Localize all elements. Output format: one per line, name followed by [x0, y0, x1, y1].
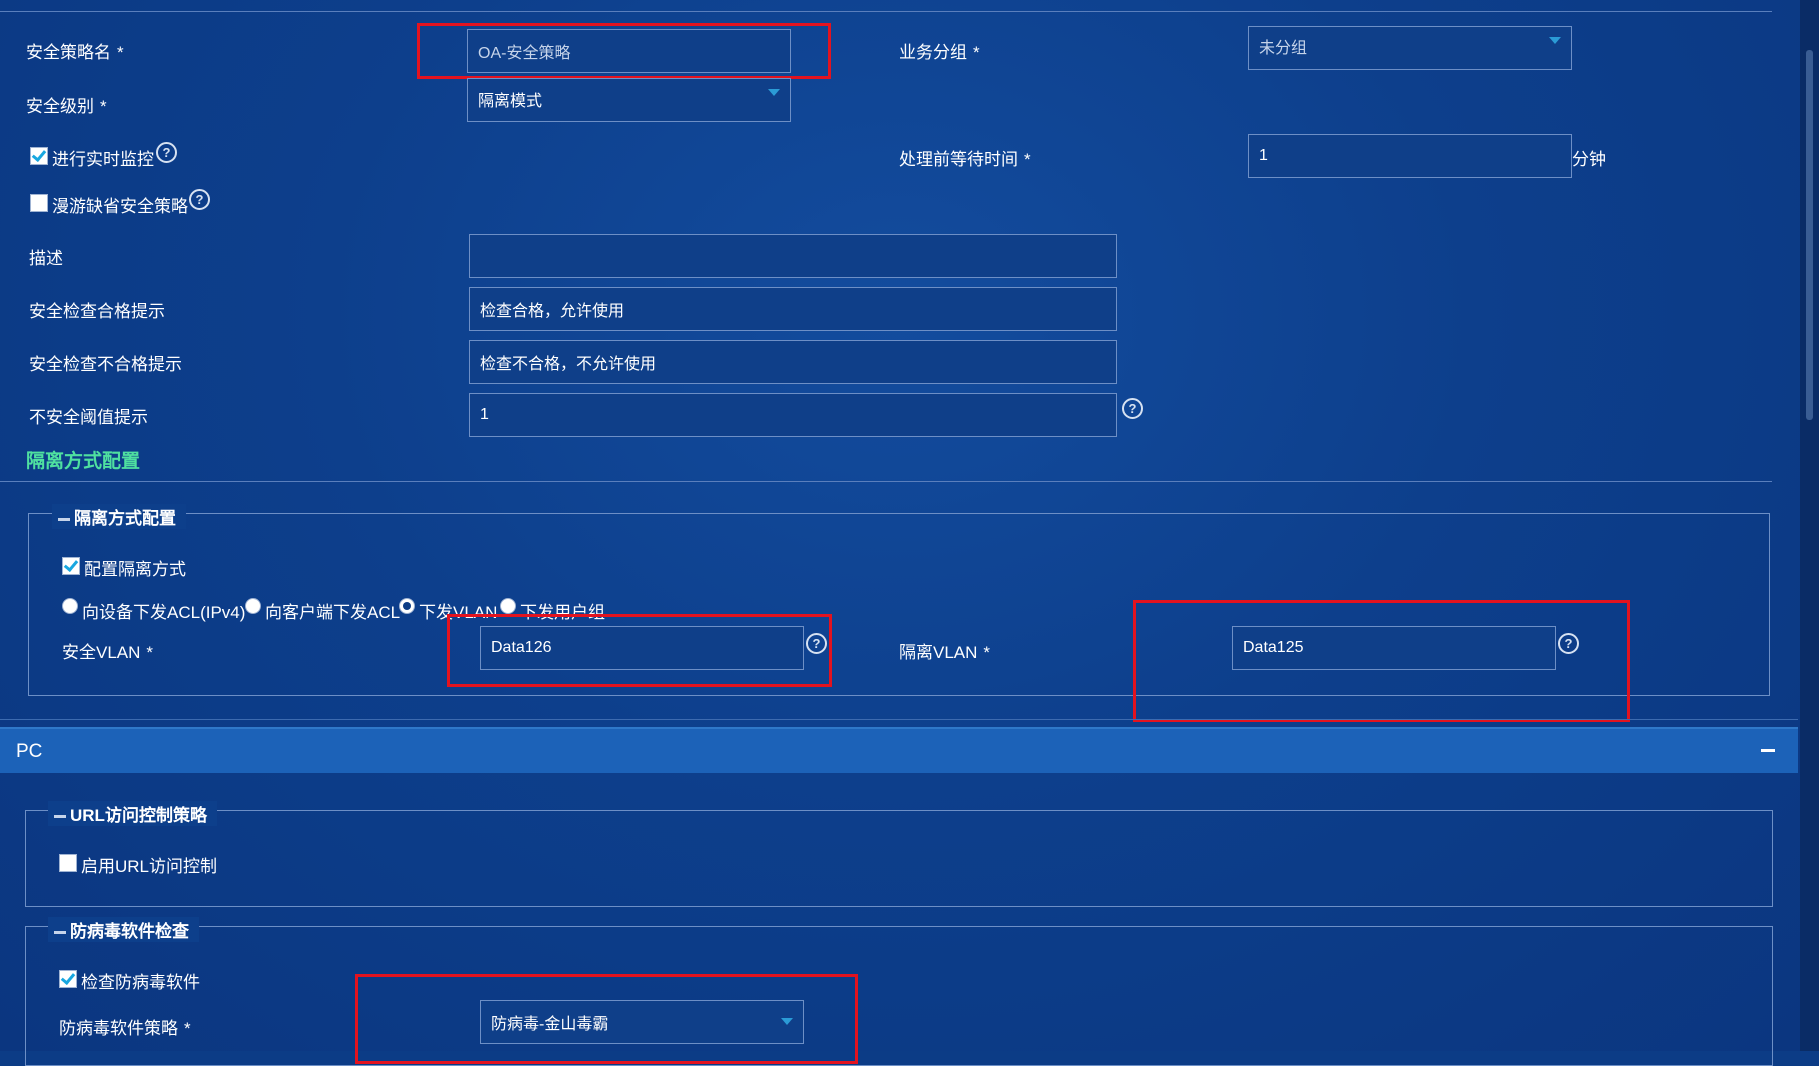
scrollbar-thumb[interactable] [1806, 50, 1813, 420]
roaming-default-label: 漫游缺省安全策略 [52, 197, 188, 216]
url-fieldset [25, 810, 1773, 907]
av-fieldset [25, 926, 1773, 1066]
collapse-icon[interactable] [54, 815, 66, 819]
configure-isolation-checkbox[interactable] [62, 557, 80, 575]
wait-time-label: 处理前等待时间 * [899, 150, 1031, 169]
isolate-vlan-label: 隔离VLAN * [899, 643, 991, 662]
isolation-fieldset-legend: 隔离方式配置 [52, 504, 186, 529]
help-icon[interactable]: ? [1122, 398, 1143, 419]
collapse-icon[interactable] [58, 518, 70, 522]
security-level-label: 安全级别 * [26, 97, 107, 116]
av-check-checkbox[interactable] [59, 970, 77, 988]
url-enable-checkbox[interactable] [59, 854, 77, 872]
fail-tip-input[interactable]: 检查不合格，不允许使用 [469, 340, 1117, 384]
help-icon[interactable]: ? [156, 142, 177, 163]
radio-client-acl[interactable] [245, 598, 261, 614]
section-divider [0, 481, 1772, 482]
threshold-tip-label: 不安全阈值提示 [29, 408, 148, 427]
pass-tip-input[interactable]: 检查合格，允许使用 [469, 287, 1117, 331]
realtime-monitor-label: 进行实时监控 [52, 150, 154, 169]
url-enable-label: 启用URL访问控制 [81, 857, 218, 876]
configure-isolation-label: 配置隔离方式 [84, 560, 186, 579]
realtime-monitor-checkbox[interactable] [30, 147, 48, 165]
policy-name-label: 安全策略名 * [26, 43, 124, 62]
highlight-box-policy-name [417, 23, 831, 79]
top-divider [0, 11, 1772, 12]
safe-vlan-label: 安全VLAN * [62, 643, 154, 662]
av-fieldset-legend: 防病毒软件检查 [48, 917, 199, 942]
highlight-box-isolate-vlan [1133, 600, 1630, 722]
roaming-default-checkbox[interactable] [30, 194, 48, 212]
radio-acl-ipv4-label: 向设备下发ACL(IPv4) [82, 603, 246, 622]
panel-divider [0, 719, 1798, 720]
wait-time-input[interactable]: 1 [1248, 134, 1572, 178]
security-level-select[interactable]: 隔离模式 [467, 78, 791, 122]
description-label: 描述 [29, 249, 63, 268]
highlight-box-safe-vlan [447, 614, 832, 687]
chevron-down-icon [768, 89, 780, 96]
collapse-icon[interactable] [54, 931, 66, 935]
radio-client-acl-label: 向客户端下发ACL [265, 603, 401, 622]
description-input[interactable] [469, 234, 1117, 278]
biz-group-select[interactable]: 未分组 [1248, 26, 1572, 70]
threshold-tip-input[interactable]: 1 [469, 393, 1117, 437]
radio-user-group[interactable] [500, 598, 516, 614]
url-fieldset-legend: URL访问控制策略 [48, 801, 217, 826]
collapse-icon[interactable] [1761, 749, 1775, 752]
chevron-down-icon [1549, 37, 1561, 44]
help-icon[interactable]: ? [189, 189, 210, 210]
pass-tip-label: 安全检查合格提示 [29, 302, 165, 321]
radio-vlan[interactable] [399, 598, 415, 614]
av-check-label: 检查防病毒软件 [81, 973, 200, 992]
av-policy-label: 防病毒软件策略 * [59, 1019, 191, 1038]
biz-group-label: 业务分组 * [899, 43, 980, 62]
pc-panel-header[interactable]: PC [0, 727, 1798, 773]
fail-tip-label: 安全检查不合格提示 [29, 355, 182, 374]
isolation-section-title: 隔离方式配置 [26, 451, 141, 472]
radio-acl-ipv4[interactable] [62, 598, 78, 614]
pc-panel-title: PC [16, 741, 43, 762]
wait-time-unit: 分钟 [1572, 150, 1606, 169]
